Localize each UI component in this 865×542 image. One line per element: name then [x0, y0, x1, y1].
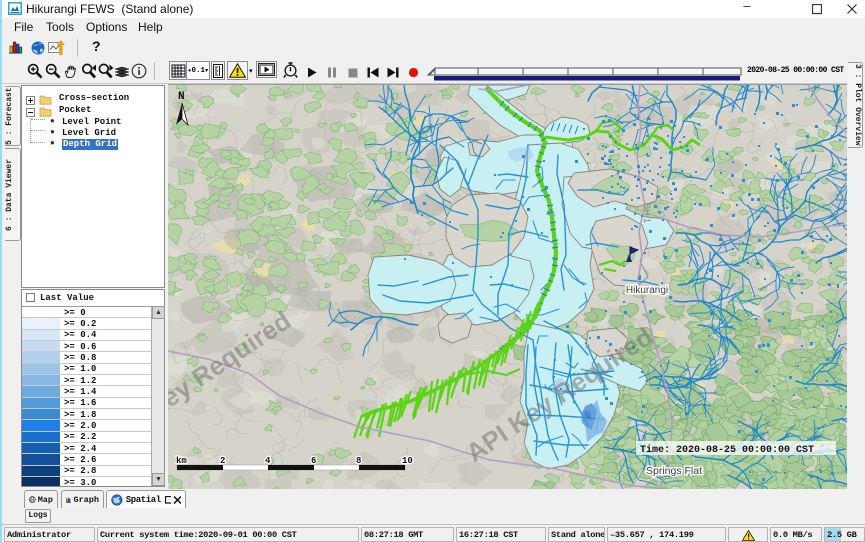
svg-text:Springs Flat: Springs Flat: [646, 465, 702, 477]
svg-text:N: N: [178, 91, 185, 103]
svg-text:Time: 2020-08-25 00:00:00 CST: Time: 2020-08-25 00:00:00 CST: [640, 444, 814, 456]
svg-text:Hikurangi: Hikurangi: [626, 285, 668, 296]
svg-text:SH 1: SH 1: [642, 203, 652, 223]
svg-text:2: 2: [220, 456, 225, 466]
svg-text:km: km: [176, 456, 187, 466]
svg-text:8: 8: [356, 456, 361, 466]
svg-text:10: 10: [402, 456, 413, 466]
svg-text:4: 4: [265, 456, 271, 466]
svg-text:6: 6: [311, 456, 316, 466]
